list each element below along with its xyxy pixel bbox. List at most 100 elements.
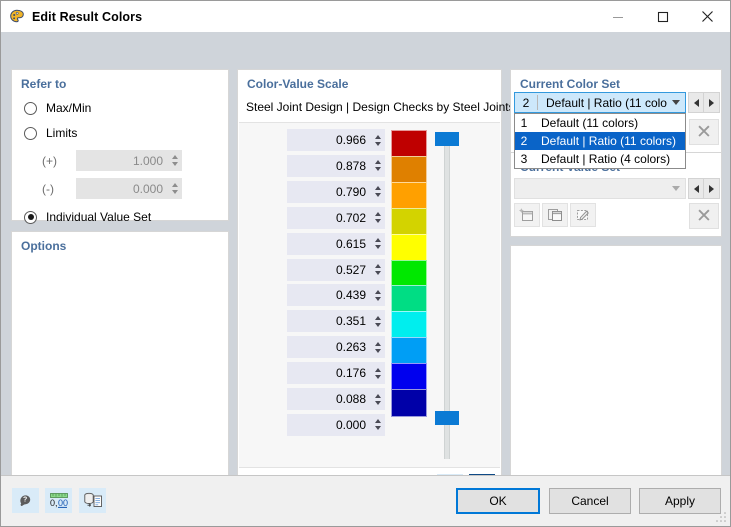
limit-positive-prefix: (+) (42, 153, 57, 168)
edit-value-set-button[interactable] (570, 203, 596, 227)
scale-value-stepper[interactable] (371, 258, 385, 281)
close-icon[interactable] (685, 1, 730, 32)
scale-value-input[interactable]: 0.615 (287, 232, 371, 255)
radio-limits[interactable]: Limits (24, 126, 77, 140)
color-set-option-label: Default | Ratio (11 colors) (541, 134, 676, 148)
color-value-scale-caption: Steel Joint Design | Design Checks by St… (246, 100, 515, 114)
scale-value-input[interactable]: 0.263 (287, 336, 371, 359)
scale-value-stepper[interactable] (371, 180, 385, 203)
current-color-set-dropdown[interactable]: 1 Default (11 colors) 2 Default | Ratio (11… (514, 113, 686, 169)
scale-value-stepper[interactable] (371, 388, 385, 410)
radio-individual-value-set-label: Individual Value Set (46, 210, 152, 224)
radio-indicator (24, 126, 37, 140)
scale-value-input[interactable]: 0.439 (287, 284, 371, 307)
svg-text:00: 00 (58, 498, 68, 508)
scale-color-swatch[interactable] (391, 389, 427, 417)
current-color-set-combo[interactable]: 2 Default | Ratio (11 colors) (514, 92, 686, 113)
scale-slider-thumb-top[interactable] (435, 132, 459, 146)
scale-color-swatch[interactable] (391, 285, 427, 314)
scale-value-stepper[interactable] (371, 284, 385, 307)
minimize-icon[interactable] (595, 1, 640, 32)
window-controls (595, 1, 730, 32)
radio-indicator (24, 101, 37, 115)
radio-max-min-label: Max/Min (46, 101, 92, 115)
scale-color-swatch[interactable] (391, 311, 427, 340)
dialog-body: Refer to Max/Min Limits (+) 1.000 (-) 0.… (1, 32, 730, 506)
scale-color-swatch[interactable] (391, 337, 427, 366)
limit-positive-row: (+) 1.000 (42, 150, 182, 171)
window-title: Edit Result Colors (32, 9, 143, 24)
scale-value-input[interactable]: 0.878 (287, 154, 371, 177)
scale-color-swatch[interactable] (391, 181, 427, 210)
color-set-option-number: 2 (520, 134, 528, 148)
scale-value-stepper[interactable] (371, 206, 385, 229)
scale-value-input[interactable]: 0.702 (287, 206, 371, 229)
scale-slider-thumb-bottom[interactable] (435, 411, 459, 425)
radio-individual-value-set[interactable]: Individual Value Set (24, 210, 151, 224)
delete-color-set-button[interactable]: ✕ (689, 119, 719, 145)
current-color-set-number: 2 (522, 95, 530, 110)
options-title: Options (21, 239, 67, 253)
limit-negative-stepper[interactable] (168, 178, 182, 199)
refer-to-title: Refer to (21, 77, 67, 91)
scale-color-swatch[interactable] (391, 130, 427, 158)
current-value-set-combo[interactable] (514, 178, 686, 199)
scale-value-stepper[interactable] (371, 413, 385, 436)
radio-limits-label: Limits (46, 126, 78, 140)
limit-negative-prefix: (-) (42, 181, 54, 196)
scale-color-swatch[interactable] (391, 233, 427, 262)
options-group: Options (11, 231, 229, 506)
scale-color-swatch[interactable] (391, 155, 427, 184)
scale-value-stepper[interactable] (371, 336, 385, 359)
current-color-set-label: Default | Ratio (11 colors) (546, 95, 667, 110)
resize-grip[interactable] (715, 511, 727, 523)
dialog-footer: ? 0, 00 OK Cancel Apply (1, 475, 730, 526)
scale-value-input[interactable]: 0.527 (287, 258, 371, 281)
limit-negative-input[interactable]: 0.000 (76, 178, 168, 199)
color-set-option[interactable]: 1 Default (11 colors) (515, 114, 685, 132)
chevron-down-icon[interactable] (667, 100, 685, 105)
color-value-scale-title: Color-Value Scale (247, 77, 349, 91)
scale-value-stepper[interactable] (371, 129, 385, 151)
units-icon[interactable] (79, 488, 106, 513)
limit-positive-input[interactable]: 1.000 (76, 150, 168, 171)
color-set-option[interactable]: 3 Default | Ratio (4 colors) (515, 150, 685, 168)
scale-value-input[interactable]: 0.176 (287, 362, 371, 385)
scale-value-stepper[interactable] (371, 310, 385, 333)
new-value-set-button[interactable] (514, 203, 540, 227)
delete-value-set-button[interactable]: ✕ (689, 203, 719, 229)
color-palette-icon (8, 8, 26, 26)
limit-positive-stepper[interactable] (168, 150, 182, 171)
scale-value-stepper[interactable] (371, 362, 385, 385)
chevron-down-icon[interactable] (667, 186, 685, 191)
next-color-set-button[interactable] (703, 92, 720, 113)
scale-value-input[interactable]: 0.088 (287, 388, 371, 410)
scale-value-input[interactable]: 0.351 (287, 310, 371, 333)
maximize-icon[interactable] (640, 1, 685, 32)
scale-area: 0.966 0.878 0.790 0.702 0.615 0.527 0.439 0.351… (239, 122, 500, 468)
scale-color-swatch[interactable] (391, 207, 427, 236)
current-color-set-title: Current Color Set (520, 77, 621, 91)
right-bottom-group (510, 245, 722, 506)
scale-value-stepper[interactable] (371, 232, 385, 255)
scale-color-swatch[interactable] (391, 363, 427, 392)
radio-max-min[interactable]: Max/Min (24, 101, 91, 115)
copy-value-set-button[interactable] (542, 203, 568, 227)
scale-value-input[interactable]: 0.790 (287, 180, 371, 203)
title-bar: Edit Result Colors (1, 1, 730, 32)
scale-value-stepper[interactable] (371, 154, 385, 177)
edit-result-colors-dialog: Edit Result Colors Refer to Max/Min Limi… (0, 0, 731, 527)
apply-button[interactable]: Apply (639, 488, 721, 514)
next-value-set-button[interactable] (703, 178, 720, 199)
color-value-scale-group: Color-Value Scale Steel Joint Design | D… (237, 69, 515, 506)
cancel-button[interactable]: Cancel (549, 488, 631, 514)
scale-value-input[interactable]: 0.000 (287, 413, 371, 436)
decimal-places-icon[interactable]: 0, 00 (45, 488, 72, 513)
ok-button[interactable]: OK (456, 488, 540, 514)
scale-color-swatch[interactable] (391, 259, 427, 288)
refer-to-group: Refer to Max/Min Limits (+) 1.000 (-) 0.… (11, 69, 229, 224)
color-set-option[interactable]: 2 Default | Ratio (11 colors) (515, 132, 685, 150)
scale-value-input[interactable]: 0.966 (287, 129, 371, 151)
color-set-option-label: Default (11 colors) (541, 116, 639, 130)
help-icon[interactable]: ? (12, 488, 39, 513)
